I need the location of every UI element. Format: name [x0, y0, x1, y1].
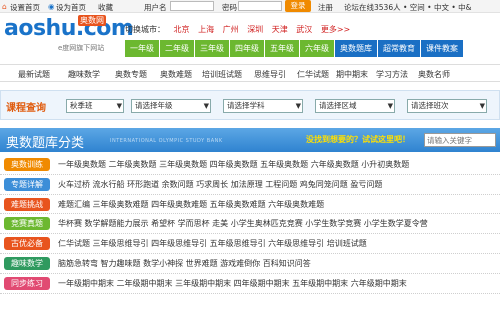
favorite-link[interactable]: 收藏	[98, 2, 113, 13]
tab-grade-1[interactable]: 一年级	[125, 40, 160, 57]
subnav-item-renhua[interactable]: 仁华试题	[297, 69, 329, 80]
password-field[interactable]	[238, 1, 282, 11]
section-title: 奥数题库分类	[6, 136, 85, 151]
chevron-down-icon: ▼	[387, 102, 393, 110]
register-link[interactable]: 注册	[318, 2, 333, 13]
category-tag[interactable]: 专题详解	[4, 177, 50, 191]
subnav-item-hard[interactable]: 奥数难题	[160, 69, 192, 80]
grade-nav: 一年级 二年级 三年级 四年级 五年级 六年级 奥数题库 超常教育 课件教案	[125, 40, 464, 57]
category-tag[interactable]: 难题挑战	[4, 197, 50, 211]
category-tag[interactable]: 竞赛真题	[4, 217, 50, 231]
logo-slogan: e度网旗下网站	[58, 44, 105, 52]
city-beijing[interactable]: 北京	[174, 25, 190, 34]
subnav-item-exam[interactable]: 期中期末	[336, 69, 368, 80]
section-header: 奥数题库分类 INTERNATIONAL OLYMPIC STUDY BANK …	[0, 128, 500, 152]
select-grade[interactable]: 请选择年级 ▼	[131, 99, 211, 113]
subnav-item-fun[interactable]: 趣味数学	[68, 69, 100, 80]
subnav-item-topics[interactable]: 奥数专题	[115, 69, 147, 80]
city-tianjin[interactable]: 天津	[272, 25, 288, 34]
category-links[interactable]: 一年级期中期末 二年级期中期末 三年级期中期末 四年级期中期末 五年级期中期末 …	[58, 278, 407, 289]
list-item: 趣味数学 脑筋急转弯 智力趣味题 数学小神探 世界难题 游戏难倒你 百科知识问答	[0, 254, 500, 274]
tab-grade-3[interactable]: 三年级	[195, 40, 230, 57]
sethome-link[interactable]: 设为首页	[56, 2, 86, 13]
city-guangzhou[interactable]: 广州	[223, 25, 239, 34]
top-bar: ⌂ 设置首页 ◉ 设为首页 收藏 用户名 密码 登录 注册 论坛在线3536人 …	[0, 0, 500, 13]
city-wuhan[interactable]: 武汉	[296, 25, 312, 34]
tab-courseware[interactable]: 课件教案	[421, 40, 464, 57]
category-links[interactable]: 华杯赛 数学解题能力展示 希望杯 学而思杯 走美 小学生奥林匹克竞赛 小学生数学…	[58, 218, 428, 229]
subnav-item-training[interactable]: 培训班试题	[202, 69, 242, 80]
tab-grade-6[interactable]: 六年级	[300, 40, 335, 57]
select-subject[interactable]: 请选择学科 ▼	[223, 99, 303, 113]
list-item: 专题详解 火车过桥 流水行船 环形跑道 余数问题 巧求周长 加法原理 工程问题 鸡…	[0, 175, 500, 195]
city-more[interactable]: 更多>>	[321, 25, 350, 34]
subnav-item-guide[interactable]: 思维导引	[254, 69, 286, 80]
category-links[interactable]: 仁华试题 三年级思维导引 四年级思维导引 五年级思维导引 六年级思维导引 培训班…	[58, 238, 367, 249]
subnav-item-method[interactable]: 学习方法	[376, 69, 408, 80]
category-tag[interactable]: 奥数训练	[4, 158, 50, 171]
chevron-down-icon: ▼	[203, 102, 209, 110]
tab-gifted-edu[interactable]: 超常教育	[378, 40, 421, 57]
select-region[interactable]: 请选择区域 ▼	[315, 99, 395, 113]
tab-grade-4[interactable]: 四年级	[230, 40, 265, 57]
home-icon[interactable]: ⌂	[2, 2, 7, 11]
category-links[interactable]: 难题汇编 三年级奥数难题 四年级奥数难题 五年级奥数难题 六年级奥数难题	[58, 199, 324, 210]
category-links[interactable]: 火车过桥 流水行船 环形跑道 余数问题 巧求周长 加法原理 工程问题 鸡兔同笼问…	[58, 179, 382, 190]
username-label: 用户名	[144, 3, 167, 12]
section-subtitle: INTERNATIONAL OLYMPIC STUDY BANK	[110, 138, 223, 144]
username-field[interactable]	[170, 1, 214, 11]
home-link[interactable]: 设置首页	[10, 2, 40, 13]
sethome-icon: ◉	[48, 2, 55, 11]
search-prompt: 没找到想要的？试试这里吧！	[306, 135, 410, 144]
tab-grade-5[interactable]: 五年级	[265, 40, 300, 57]
list-item: 竞赛真题 华杯赛 数学解题能力展示 希望杯 学而思杯 走美 小学生奥林匹克竞赛 小…	[0, 214, 500, 235]
list-item: 同步练习 一年级期中期末 二年级期中期末 三年级期中期末 四年级期中期末 五年级期…	[0, 274, 500, 294]
online-status: 论坛在线3536人 • 空间 • 中文 • 中&	[344, 3, 472, 12]
login-button[interactable]: 登录	[285, 0, 311, 12]
course-filter: 课程查询 秋季班 ▼ 请选择年级 ▼ 请选择学科 ▼ 请选择区域 ▼ 请选择班次 ▼	[0, 90, 500, 120]
password-label: 密码	[222, 3, 237, 12]
select-class[interactable]: 请选择班次 ▼	[407, 99, 487, 113]
category-list: 奥数训练 一年级奥数题 二年级奥数题 三年级奥数题 四年级奥数题 五年级奥数题 六…	[0, 155, 500, 294]
city-label: 切换城市：	[125, 25, 165, 34]
category-tag[interactable]: 同步练习	[4, 276, 50, 290]
search-input[interactable]	[424, 133, 496, 147]
subnav-item-latest[interactable]: 最新试题	[18, 69, 50, 80]
chevron-down-icon: ▼	[479, 102, 485, 110]
sub-nav: 最新试题 趣味数学 奥数专题 奥数难题 培训班试题 思维导引 仁华试题 期中期末…	[0, 64, 500, 82]
chevron-down-icon: ▼	[295, 102, 301, 110]
category-tag[interactable]: 趣味数学	[4, 256, 50, 270]
select-term[interactable]: 秋季班 ▼	[66, 99, 124, 113]
chevron-down-icon: ▼	[116, 102, 122, 110]
category-tag[interactable]: 古优必备	[4, 237, 50, 251]
category-links[interactable]: 一年级奥数题 二年级奥数题 三年级奥数题 四年级奥数题 五年级奥数题 六年级奥数…	[58, 159, 409, 170]
list-item: 古优必备 仁华试题 三年级思维导引 四年级思维导引 五年级思维导引 六年级思维导引…	[0, 234, 500, 254]
city-shenzhen[interactable]: 深圳	[247, 25, 263, 34]
logo-badge: 奥数网	[78, 15, 106, 26]
city-switcher: 切换城市： 北京 上海 广州 深圳 天津 武汉 更多>>	[125, 24, 350, 35]
tab-question-bank[interactable]: 奥数题库	[335, 40, 378, 57]
list-item: 难题挑战 难题汇编 三年级奥数难题 四年级奥数难题 五年级奥数难题 六年级奥数难题	[0, 195, 500, 215]
filter-label: 课程查询	[6, 103, 46, 114]
site-logo[interactable]: aoshu.com	[4, 16, 134, 41]
category-links[interactable]: 脑筋急转弯 智力趣味题 数学小神探 世界难题 游戏难倒你 百科知识问答	[58, 258, 311, 269]
list-item: 奥数训练 一年级奥数题 二年级奥数题 三年级奥数题 四年级奥数题 五年级奥数题 六…	[0, 155, 500, 175]
city-shanghai[interactable]: 上海	[198, 25, 214, 34]
subnav-item-teachers[interactable]: 奥数名师	[418, 69, 450, 80]
tab-grade-2[interactable]: 二年级	[160, 40, 195, 57]
